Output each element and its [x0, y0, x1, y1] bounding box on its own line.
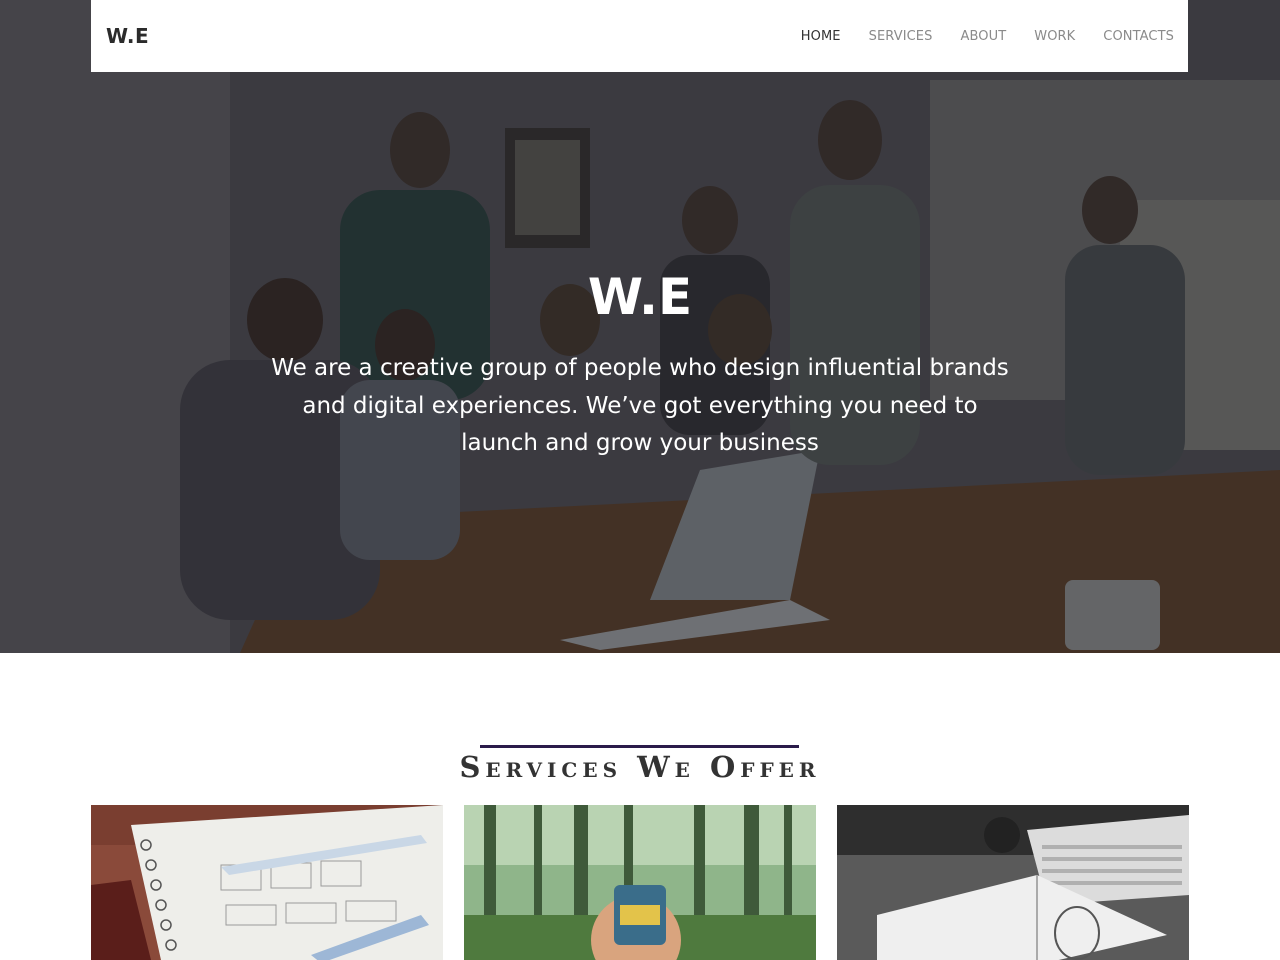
- nav-services[interactable]: SERVICES: [869, 29, 933, 44]
- service-card-forest[interactable]: [464, 805, 816, 960]
- hero-subtitle: We are a creative group of people who de…: [271, 355, 1009, 456]
- main-nav: HOME SERVICES ABOUT WORK CONTACTS: [773, 29, 1174, 44]
- sketchbook-keyboard-photo: [837, 805, 1189, 960]
- nav-work[interactable]: WORK: [1034, 29, 1075, 44]
- navbar: W.E HOME SERVICES ABOUT WORK CONTACTS: [91, 0, 1188, 72]
- service-card-notebook[interactable]: [91, 805, 443, 960]
- hero-section: W.E We are a creative group of people wh…: [0, 0, 1280, 653]
- nav-contacts[interactable]: CONTACTS: [1103, 29, 1174, 44]
- hero-title: W.E: [587, 268, 693, 326]
- nav-home[interactable]: HOME: [801, 29, 841, 44]
- nav-about[interactable]: ABOUT: [960, 29, 1006, 44]
- services-title: Services We Offer: [459, 750, 821, 784]
- hero-overlay: [0, 0, 1280, 653]
- service-card-sketchbook[interactable]: [837, 805, 1189, 960]
- notebook-wireframe-photo: [91, 805, 443, 960]
- brand-logo[interactable]: W.E: [106, 24, 149, 48]
- section-title-rule: [480, 745, 799, 748]
- forest-hand-photo: [464, 805, 816, 960]
